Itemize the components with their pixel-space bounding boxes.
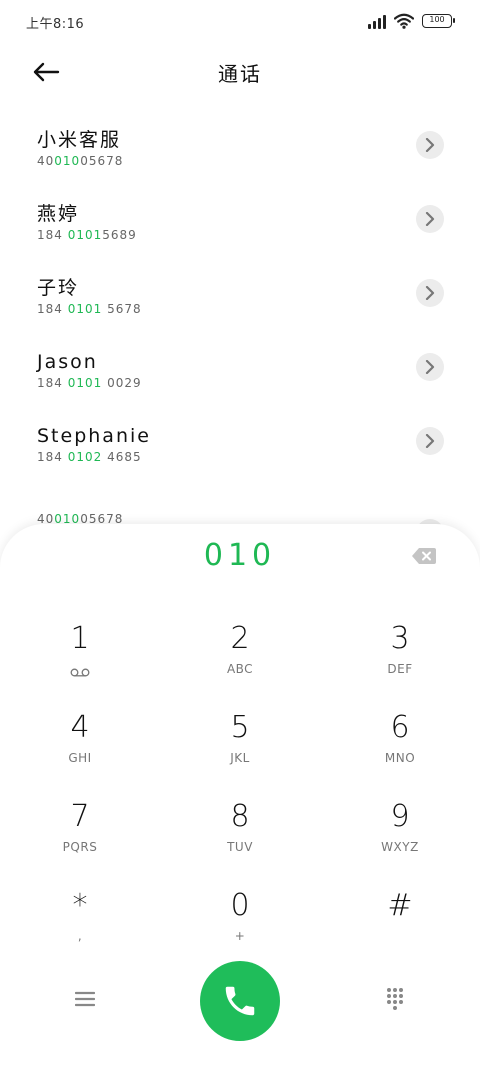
contact-name: 子玲	[37, 277, 80, 299]
key-digit: #	[387, 888, 413, 923]
key-7[interactable]: 7 PQRS	[0, 798, 160, 878]
key-letters	[0, 662, 160, 678]
signal-icon	[368, 13, 386, 29]
key-6[interactable]: 6 MNO	[320, 709, 480, 789]
key-digit: 7	[70, 799, 90, 834]
contact-item[interactable]: 小米客服 4001005678	[0, 110, 480, 184]
contact-name: 小米客服	[37, 129, 122, 151]
key-letters: MNO	[384, 751, 416, 765]
chevron-right-icon	[425, 138, 435, 152]
voicemail-icon	[70, 668, 90, 677]
chevron-right-icon	[425, 286, 435, 300]
hamburger-menu-icon	[75, 991, 95, 1007]
call-button[interactable]	[200, 961, 280, 1041]
key-9[interactable]: 9 WXYZ	[320, 798, 480, 878]
delete-button[interactable]	[412, 548, 442, 570]
contact-details-button[interactable]	[416, 205, 444, 233]
contact-number: 4001005678	[37, 154, 124, 168]
key-letters: GHI	[68, 751, 92, 765]
key-hash[interactable]: #	[320, 887, 480, 967]
contact-name: Jason	[37, 351, 98, 373]
key-8[interactable]: 8 TUV	[160, 798, 320, 878]
key-letters: PQRS	[62, 840, 98, 854]
key-digit: 9	[390, 799, 410, 834]
contact-details-button[interactable]	[416, 353, 444, 381]
battery-icon: 100	[422, 14, 455, 28]
contact-item[interactable]: Jason 184 0101 0029	[0, 332, 480, 406]
key-digit: 6	[390, 710, 410, 745]
keypad-toggle-button[interactable]	[378, 982, 412, 1016]
contact-details-button[interactable]	[416, 279, 444, 307]
contact-details-button[interactable]	[416, 131, 444, 159]
dial-panel: 010 1 2 ABC 3 DEF 4 GHI 5 JKL 6 MNO 7 PQ…	[0, 524, 480, 1066]
contact-details-button[interactable]	[416, 427, 444, 455]
key-letters: ABC	[226, 662, 254, 676]
key-1[interactable]: 1	[0, 620, 160, 700]
key-2[interactable]: 2 ABC	[160, 620, 320, 700]
key-digit: 3	[390, 621, 410, 656]
key-digit: 5	[230, 710, 250, 745]
key-letters: JKL	[230, 751, 250, 765]
status-icons: 100	[368, 13, 455, 29]
page-title: 通话	[218, 62, 262, 86]
contact-number: 184 0102 4685	[37, 450, 142, 464]
contact-name: 燕婷	[37, 203, 80, 225]
chevron-right-icon	[425, 360, 435, 374]
contact-item[interactable]: Stephanie 184 0102 4685	[0, 406, 480, 480]
contact-number: 184 01015689	[37, 228, 137, 242]
backspace-icon	[412, 548, 436, 564]
key-0[interactable]: 0 +	[160, 887, 320, 967]
chevron-right-icon	[425, 434, 435, 448]
chevron-right-icon	[425, 212, 435, 226]
key-digit: 1	[70, 621, 90, 656]
key-3[interactable]: 3 DEF	[320, 620, 480, 700]
key-digit: 2	[230, 621, 250, 656]
contact-item[interactable]: 燕婷 184 01015689	[0, 184, 480, 258]
contact-item[interactable]: 子玲 184 0101 5678	[0, 258, 480, 332]
contact-list: 小米客服 4001005678 燕婷 184 01015689 子玲 184 0…	[0, 110, 480, 480]
header: 通话	[0, 44, 480, 100]
key-digit: 8	[230, 799, 250, 834]
key-5[interactable]: 5 JKL	[160, 709, 320, 789]
status-time: 上午8:16	[26, 17, 85, 32]
key-letters: +	[234, 929, 246, 943]
key-letters: ,	[77, 929, 83, 943]
wifi-icon	[394, 13, 414, 29]
status-bar: 上午8:16 100	[0, 0, 480, 44]
dialpad-icon	[387, 988, 403, 1010]
menu-button[interactable]	[68, 982, 102, 1016]
key-star[interactable]: * ,	[0, 887, 160, 967]
key-letters	[320, 929, 480, 945]
contact-number: 184 0101 5678	[37, 302, 142, 316]
contact-name: Stephanie	[37, 425, 151, 447]
key-4[interactable]: 4 GHI	[0, 709, 160, 789]
dialed-number: 010	[203, 538, 277, 573]
key-letters: DEF	[387, 662, 413, 676]
contact-number: 184 0101 0029	[37, 376, 142, 390]
key-digit: *	[72, 888, 88, 923]
key-letters: WXYZ	[381, 840, 419, 854]
key-digit: 0	[230, 888, 250, 923]
key-digit: 4	[70, 710, 90, 745]
key-letters: TUV	[227, 840, 253, 854]
phone-icon	[225, 986, 255, 1016]
